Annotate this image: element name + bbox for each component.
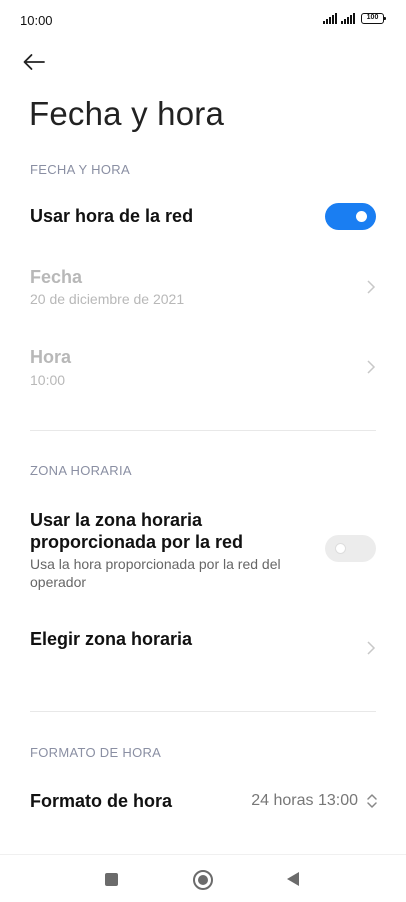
network-time-label: Usar hora de la red <box>30 206 194 226</box>
chevron-right-icon <box>366 640 376 656</box>
up-down-icon <box>366 791 378 811</box>
navigation-bar <box>0 854 406 902</box>
date-value: 20 de diciembre de 2021 <box>30 291 185 307</box>
status-bar: 10:00 100 <box>0 0 406 40</box>
section-header-time-format: FORMATO DE HORA <box>30 745 162 760</box>
network-zone-label-line2: proporcionada por la red <box>30 532 244 552</box>
chevron-right-icon <box>366 279 376 295</box>
time-label: Hora <box>30 347 72 367</box>
time-format-value: 24 horas 13:00 <box>251 792 358 809</box>
nav-back-icon[interactable] <box>287 872 299 886</box>
back-arrow-icon <box>23 54 45 70</box>
network-zone-description-line1: Usa la hora proporcionada por la red del <box>30 556 281 572</box>
network-zone-toggle[interactable] <box>325 535 376 562</box>
section-header-time-zone: ZONA HORARIA <box>30 463 132 478</box>
status-time: 10:00 <box>20 13 53 28</box>
divider <box>30 711 376 712</box>
home-icon[interactable] <box>193 870 213 890</box>
status-icons: 100 <box>323 13 386 24</box>
network-zone-label-line1: Usar la zona horaria <box>30 510 203 530</box>
battery-icon: 100 <box>361 13 386 24</box>
recents-icon[interactable] <box>105 873 118 886</box>
back-button[interactable] <box>22 45 64 79</box>
page-title: Fecha y hora <box>29 95 225 132</box>
choose-zone-label: Elegir zona horaria <box>30 629 193 649</box>
chevron-right-icon <box>366 359 376 375</box>
time-format-label: Formato de hora <box>30 791 173 811</box>
date-label: Fecha <box>30 267 83 287</box>
signal-icon <box>341 13 355 24</box>
network-time-toggle[interactable] <box>325 203 376 230</box>
section-header-date-time: FECHA Y HORA <box>30 162 130 177</box>
network-zone-description-line2: operador <box>30 574 87 590</box>
time-value: 10:00 <box>30 372 66 388</box>
divider <box>30 430 376 431</box>
signal-icon <box>323 13 337 24</box>
